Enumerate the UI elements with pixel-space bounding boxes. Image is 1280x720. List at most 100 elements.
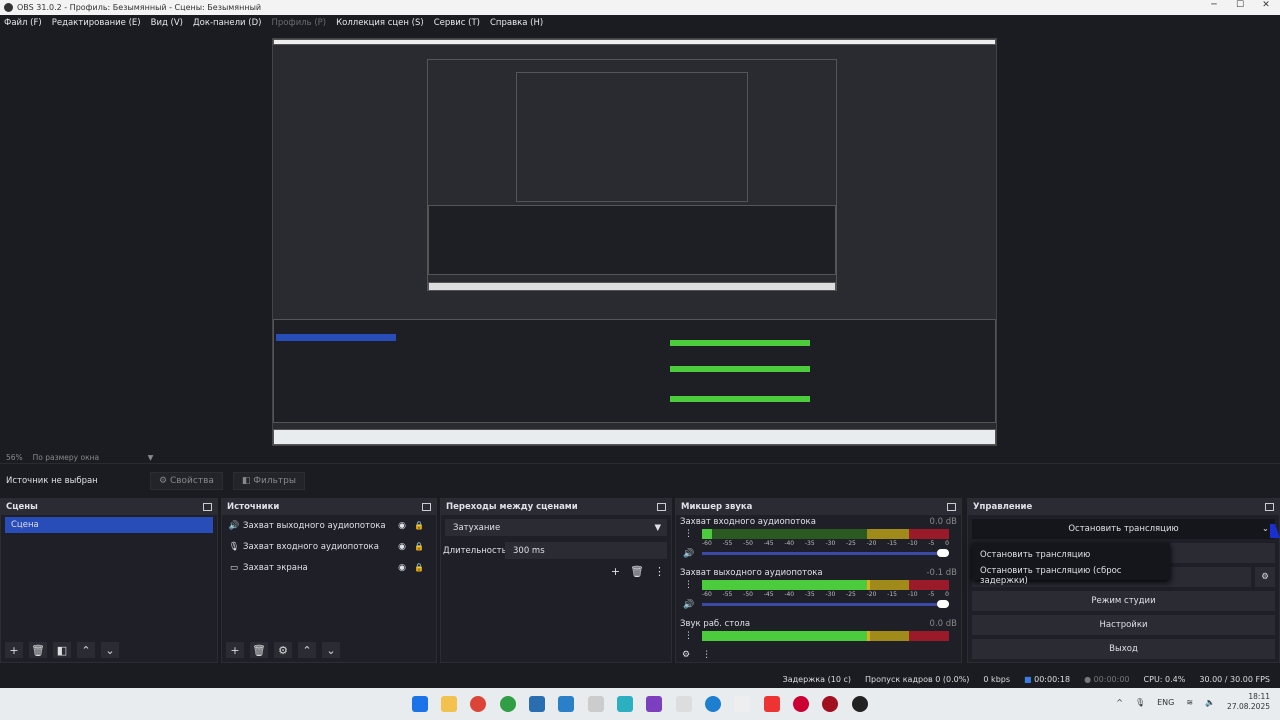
move-down-button[interactable]: ⌄: [101, 642, 119, 658]
menu-profile[interactable]: Профиль (P): [271, 18, 326, 28]
advanced-audio-gear-icon[interactable]: ⚙: [682, 650, 690, 660]
whatsapp-icon[interactable]: [500, 696, 516, 712]
opera-icon[interactable]: [793, 696, 809, 712]
track-name: Звук раб. стола: [680, 619, 751, 629]
chevron-up-icon[interactable]: ^: [1116, 698, 1123, 707]
source-item[interactable]: ▭ Захват экрана ◉ 🔒: [222, 557, 436, 578]
mixer-track: Звук раб. стола 0.0 dB ⋮: [676, 617, 961, 668]
app-icon[interactable]: [558, 696, 574, 712]
menu-edit[interactable]: Редактирование (E): [52, 18, 141, 28]
dropdown-item-stop-reset-delay[interactable]: Остановить трансляцию (сброс задержки): [972, 563, 1170, 589]
source-name: Захват выходного аудиопотока: [243, 520, 386, 531]
scale-mode-select[interactable]: По размеру окна: [33, 453, 148, 462]
eye-icon[interactable]: ◉: [398, 521, 406, 531]
add-transition-button[interactable]: +: [611, 565, 620, 578]
menu-scene-collection[interactable]: Коллекция сцен (S): [336, 18, 424, 28]
start-icon[interactable]: [412, 696, 428, 712]
volume-slider-handle[interactable]: [937, 600, 949, 608]
menu-help[interactable]: Справка (H): [490, 18, 543, 28]
source-item[interactable]: 🎙 Захват входного аудиопотока ◉ 🔒: [222, 536, 436, 557]
transition-select[interactable]: Затухание ▼: [445, 519, 667, 536]
eye-icon[interactable]: ◉: [398, 563, 406, 573]
add-scene-button[interactable]: +: [5, 642, 23, 658]
microphone-icon[interactable]: 🎙: [1135, 698, 1145, 707]
menu-docks[interactable]: Док-панели (D): [193, 18, 261, 28]
move-up-button[interactable]: ⌃: [298, 642, 316, 658]
mute-speaker-icon[interactable]: 🔊: [683, 549, 694, 559]
mute-speaker-icon[interactable]: 🔊: [683, 600, 694, 610]
properties-button[interactable]: ⚙ Свойства: [150, 472, 223, 490]
preview-canvas[interactable]: [272, 38, 997, 446]
undock-icon[interactable]: [1265, 503, 1274, 511]
track-menu-icon[interactable]: ⋮: [684, 580, 693, 590]
app-icon[interactable]: [676, 696, 692, 712]
undock-icon[interactable]: [947, 503, 956, 511]
lock-icon[interactable]: 🔒: [414, 563, 424, 572]
chrome-icon[interactable]: [470, 696, 486, 712]
app-icon[interactable]: [617, 696, 633, 712]
obs-taskbar-icon[interactable]: [852, 696, 868, 712]
lock-icon[interactable]: 🔒: [414, 521, 424, 530]
app-icon[interactable]: [734, 696, 750, 712]
eye-icon[interactable]: ◉: [398, 542, 406, 552]
chevron-down-icon[interactable]: ⌄: [1262, 524, 1269, 534]
chevron-down-icon: ▼: [654, 522, 661, 533]
move-up-button[interactable]: ⌃: [77, 642, 95, 658]
menu-tools[interactable]: Сервис (T): [434, 18, 480, 28]
filters-button[interactable]: ◧ Фильтры: [232, 472, 305, 490]
lock-icon[interactable]: 🔒: [414, 542, 424, 551]
close-button[interactable]: ✕: [1256, 0, 1276, 10]
edge-icon[interactable]: [705, 696, 721, 712]
more-options-icon[interactable]: ⋮: [654, 565, 665, 578]
meter-green-bg: [711, 529, 868, 539]
volume-slider[interactable]: [702, 552, 949, 555]
track-menu-icon[interactable]: ⋮: [684, 631, 693, 641]
exit-button[interactable]: Выход: [972, 639, 1275, 659]
volume-slider[interactable]: [702, 603, 949, 606]
chevron-down-icon[interactable]: ▼: [148, 453, 154, 462]
nested-taskbar: [273, 429, 996, 445]
menu-file[interactable]: Файл (F): [4, 18, 42, 28]
system-tray: ^ 🎙 ENG ≋ 🔈 18:11 27.08.2025: [1116, 692, 1270, 712]
app-icon[interactable]: [646, 696, 662, 712]
meter-tick: -15: [887, 540, 898, 547]
track-menu-icon[interactable]: ⋮: [684, 529, 693, 539]
gear-icon[interactable]: ⚙: [1255, 567, 1275, 587]
volume-icon[interactable]: 🔈: [1205, 698, 1215, 707]
app-icon[interactable]: [529, 696, 545, 712]
remove-source-button[interactable]: 🗑: [250, 642, 268, 658]
meter-green-fill: [702, 529, 712, 539]
remove-scene-button[interactable]: 🗑: [29, 642, 47, 658]
meter-tick: -35: [804, 591, 815, 598]
scenes-title: Сцены: [6, 502, 38, 512]
undock-icon[interactable]: [657, 503, 666, 511]
duration-input[interactable]: 300 ms: [505, 542, 667, 559]
volume-slider-handle[interactable]: [937, 549, 949, 557]
dropdown-item-stop[interactable]: Остановить трансляцию: [972, 547, 1170, 563]
clock[interactable]: 18:11 27.08.2025: [1227, 692, 1270, 712]
yandex-icon[interactable]: [764, 696, 780, 712]
maximize-button[interactable]: ☐: [1230, 0, 1250, 10]
remove-transition-button[interactable]: 🗑: [630, 565, 644, 578]
gear-icon: ⚙: [159, 476, 170, 486]
move-down-button[interactable]: ⌄: [322, 642, 340, 658]
mixer-menu-icon[interactable]: ⋮: [702, 650, 711, 660]
source-properties-button[interactable]: ⚙: [274, 642, 292, 658]
wifi-icon[interactable]: ≋: [1186, 698, 1193, 707]
scene-item[interactable]: Сцена: [5, 517, 213, 533]
studio-mode-button[interactable]: Режим студии: [972, 591, 1275, 611]
stop-stream-button[interactable]: Остановить трансляцию ⌄: [972, 519, 1275, 539]
app-icon[interactable]: [588, 696, 604, 712]
settings-button[interactable]: Настройки: [972, 615, 1275, 635]
language-indicator[interactable]: ENG: [1157, 698, 1174, 707]
add-source-button[interactable]: +: [226, 642, 244, 658]
file-explorer-icon[interactable]: [441, 696, 457, 712]
app-icon[interactable]: [822, 696, 838, 712]
undock-icon[interactable]: [422, 503, 431, 511]
minimize-button[interactable]: ─: [1204, 0, 1224, 10]
scene-filters-button[interactable]: ◧: [53, 642, 71, 658]
source-item[interactable]: 🔊 Захват выходного аудиопотока ◉ 🔒: [222, 515, 436, 536]
menu-view[interactable]: Вид (V): [151, 18, 183, 28]
undock-icon[interactable]: [203, 503, 212, 511]
preview-zoom-bar: 56% По размеру окна ▼: [0, 452, 1280, 464]
